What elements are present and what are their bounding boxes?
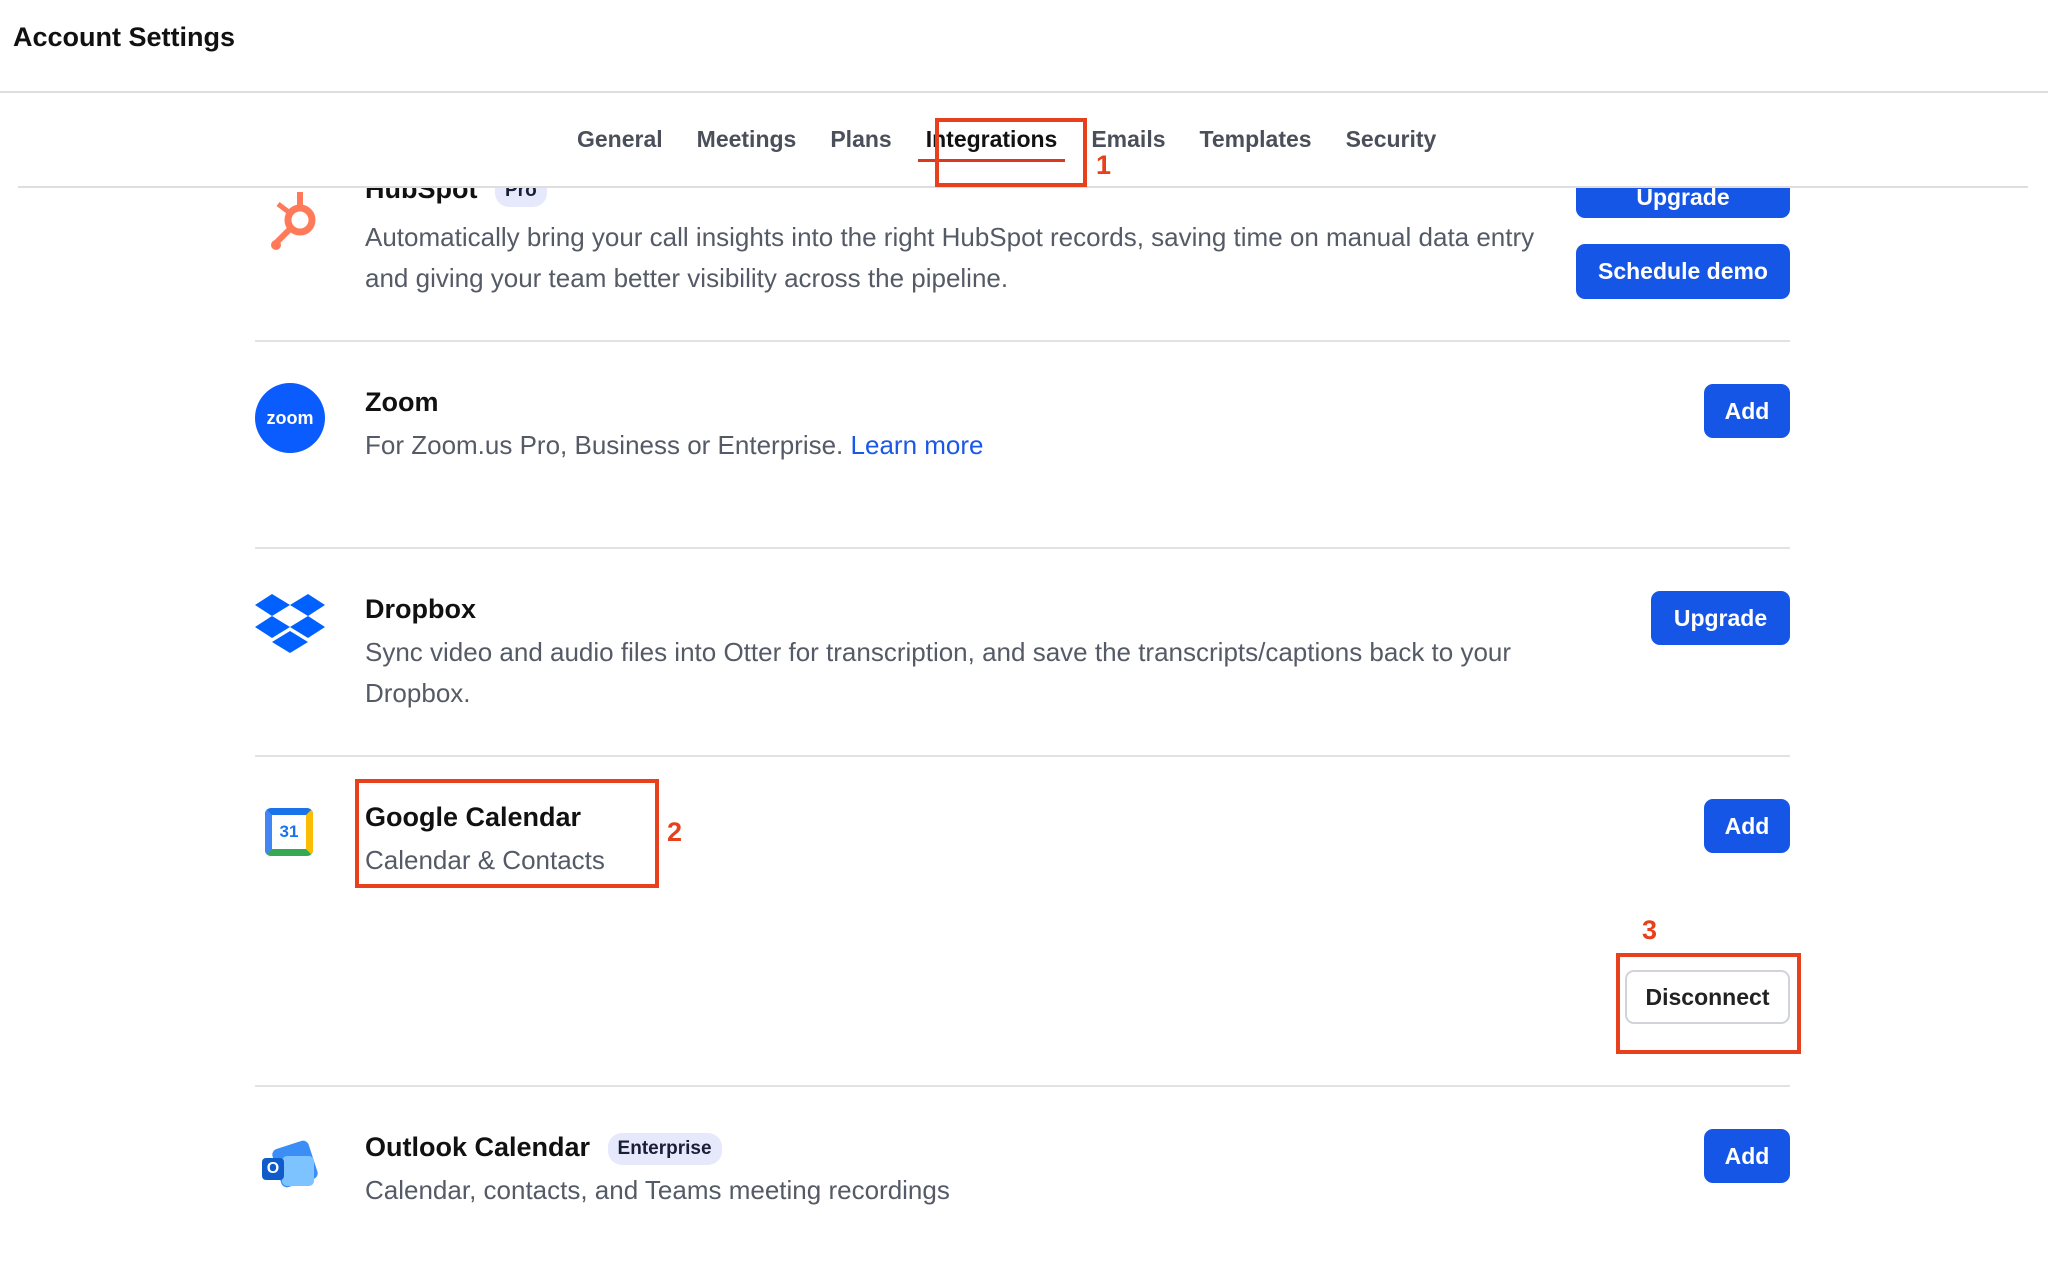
google-calendar-icon: 31 (265, 808, 313, 856)
hubspot-name: HubSpot (365, 188, 478, 204)
annotation-label-1: 1 (1096, 150, 1112, 180)
row-divider (255, 340, 1790, 342)
tab-meetings[interactable]: Meetings (680, 120, 814, 162)
annotation-box-2 (355, 779, 659, 888)
annotation-label-3: 3 (1642, 915, 1658, 945)
dropbox-description: Sync video and audio files into Otter fo… (365, 637, 1512, 708)
zoom-add-button[interactable]: Add (1704, 384, 1790, 438)
schedule-demo-button[interactable]: Schedule demo (1576, 244, 1790, 299)
tab-plans[interactable]: Plans (813, 120, 908, 162)
tab-general[interactable]: General (560, 120, 680, 162)
dropbox-name: Dropbox (365, 594, 476, 624)
row-divider (255, 1085, 1790, 1087)
zoom-name: Zoom (365, 387, 439, 417)
tab-emails[interactable]: Emails (1074, 120, 1182, 162)
google-calendar-add-button[interactable]: Add (1704, 799, 1790, 853)
outlook-calendar-add-button[interactable]: Add (1704, 1129, 1790, 1183)
row-divider (255, 755, 1790, 757)
hubspot-row: HubSpot Pro Automatically bring your cal… (0, 188, 2048, 328)
header-divider (0, 91, 2048, 93)
zoom-icon: zoom (255, 383, 325, 453)
hubspot-description: Automatically bring your call insights i… (365, 222, 1535, 293)
zoom-description: For Zoom.us Pro, Business or Enterprise. (365, 430, 844, 460)
page-title: Account Settings (13, 22, 236, 52)
annotation-box-1 (935, 118, 1087, 187)
annotation-box-3 (1616, 953, 1801, 1054)
pro-badge: Pro (495, 188, 547, 207)
hubspot-upgrade-button[interactable]: Upgrade (1576, 188, 1790, 218)
dropbox-upgrade-button[interactable]: Upgrade (1651, 591, 1790, 645)
annotation-label-2: 2 (667, 817, 683, 847)
outlook-calendar-name: Outlook Calendar (365, 1132, 591, 1162)
hubspot-icon (271, 192, 316, 250)
tab-templates[interactable]: Templates (1183, 120, 1329, 162)
dropbox-icon (255, 594, 325, 653)
outlook-icon-letter: O (266, 1160, 280, 1177)
zoom-description-line: For Zoom.us Pro, Business or Enterprise.… (365, 425, 984, 466)
learn-more-link[interactable]: Learn more (851, 430, 984, 460)
row-divider (255, 547, 1790, 549)
outlook-calendar-description: Calendar, contacts, and Teams meeting re… (365, 1175, 950, 1205)
tab-security[interactable]: Security (1329, 120, 1454, 162)
enterprise-badge: Enterprise (607, 1132, 722, 1165)
